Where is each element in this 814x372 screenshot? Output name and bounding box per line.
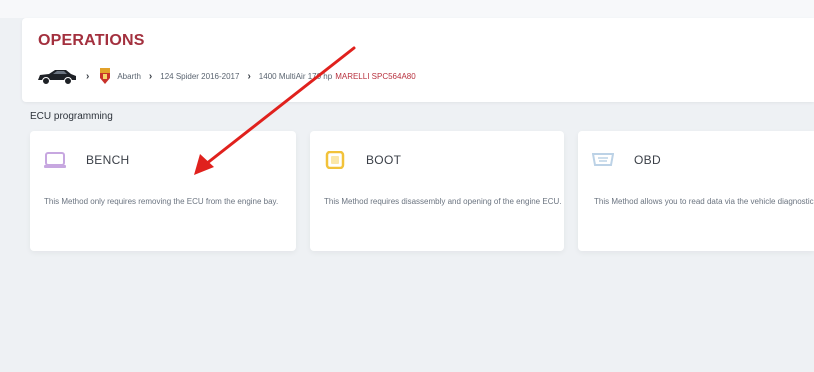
breadcrumb: › Abarth › 124 Spider 2016-2017 › 1400 M… xyxy=(36,64,416,88)
obd-description: This Method allows you to read data via … xyxy=(594,197,814,206)
car-icon[interactable] xyxy=(36,66,78,86)
bench-method-card[interactable]: BENCH This Method only requires removing… xyxy=(30,131,296,251)
abarth-logo-icon[interactable] xyxy=(99,67,111,85)
obd-title: OBD xyxy=(634,153,661,167)
bench-title: BENCH xyxy=(86,153,130,167)
boot-title: BOOT xyxy=(366,153,402,167)
breadcrumb-ecu[interactable]: MARELLI SPC564A80 xyxy=(335,72,416,81)
breadcrumb-brand[interactable]: Abarth xyxy=(117,72,141,81)
operations-header: OPERATIONS › Abarth › 124 Spider 2016-20… xyxy=(22,18,814,102)
obd-icon xyxy=(592,153,614,166)
obd-method-card[interactable]: OBD This Method allows you to read data … xyxy=(578,131,814,251)
chevron-right-icon: › xyxy=(86,70,90,82)
bench-description: This Method only requires removing the E… xyxy=(44,197,279,206)
bench-icon xyxy=(44,152,66,168)
boot-icon xyxy=(325,151,345,169)
boot-method-card[interactable]: BOOT This Method requires disassembly an… xyxy=(310,131,564,251)
chevron-right-icon: › xyxy=(247,70,251,82)
boot-description: This Method requires disassembly and ope… xyxy=(324,197,562,206)
chevron-right-icon: › xyxy=(148,70,153,82)
top-strip xyxy=(0,0,814,18)
breadcrumb-engine[interactable]: 1400 MultiAir 170 hp xyxy=(259,72,332,81)
section-label: ECU programming xyxy=(30,111,113,122)
breadcrumb-model[interactable]: 124 Spider 2016-2017 xyxy=(160,72,239,81)
page-title: OPERATIONS xyxy=(38,32,145,49)
